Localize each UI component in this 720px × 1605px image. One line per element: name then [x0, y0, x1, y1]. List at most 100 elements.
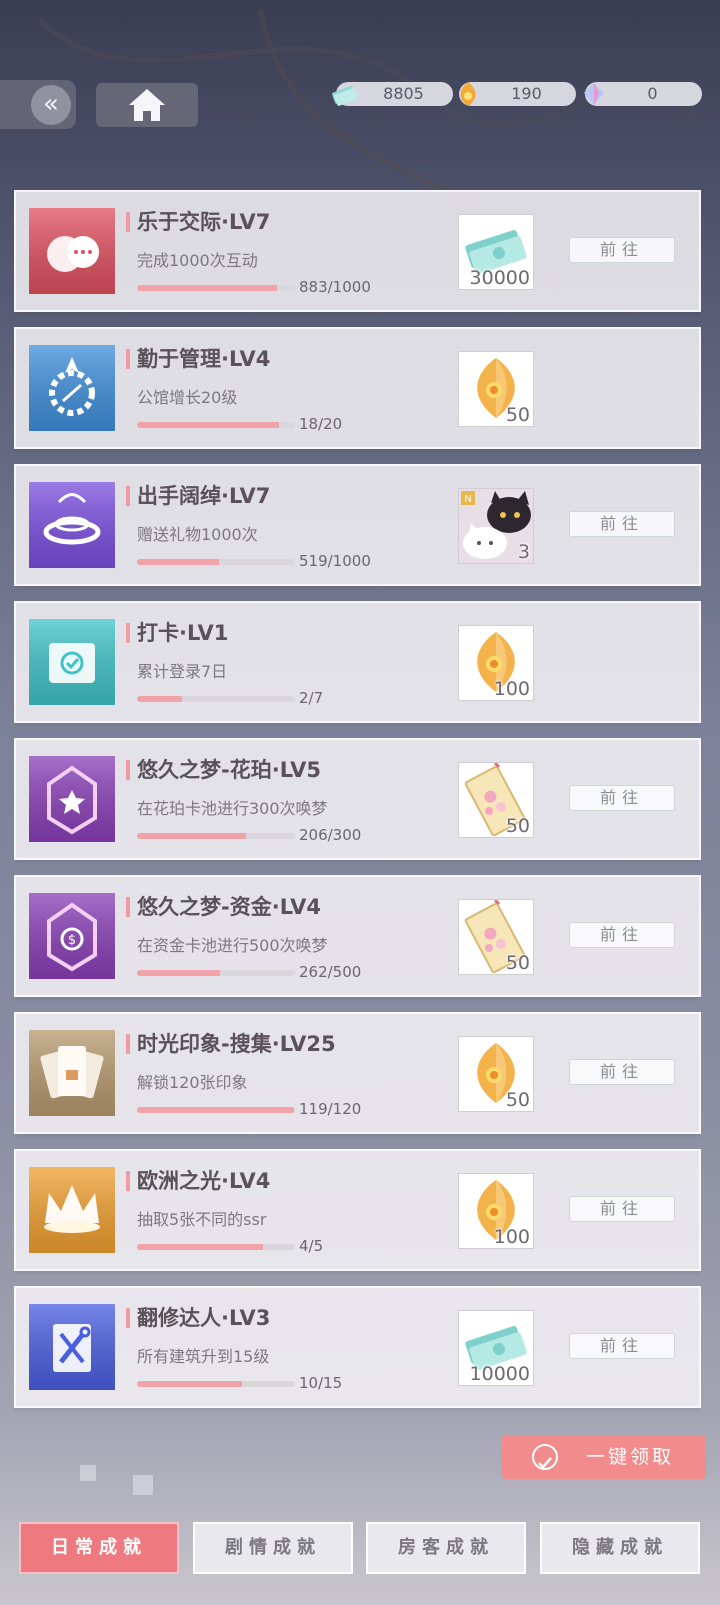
achievement-card: 乐于交际·LV7 完成1000次互动 883/1000 30000 前往	[14, 190, 701, 312]
achievement-title: 悠久之梦-花珀·LV5	[137, 758, 322, 782]
progress-fill	[137, 422, 280, 428]
title-accent	[126, 1034, 130, 1054]
goto-button[interactable]: 前往	[569, 1059, 675, 1085]
back-button[interactable]: «	[0, 80, 76, 129]
progress-fill	[137, 1244, 264, 1250]
goto-button[interactable]: 前往	[569, 785, 675, 811]
check-calendar-icon	[29, 619, 115, 705]
achievement-card: 悠久之梦-花珀·LV5 在花珀卡池进行300次唤梦 206/300 50 前往	[14, 738, 701, 860]
tab-hidden[interactable]: 隐藏成就	[540, 1522, 700, 1574]
progress-bar	[137, 422, 295, 428]
progress-bar	[137, 285, 295, 291]
home-button[interactable]	[96, 83, 198, 127]
claim-all-button[interactable]: 一键领取	[502, 1435, 706, 1479]
achievement-card: 勤于管理·LV4 公馆增长20级 18/20 50	[14, 327, 701, 449]
tab-tenant[interactable]: 房客成就	[366, 1522, 526, 1574]
reward-amount: 10000	[469, 1363, 530, 1385]
goto-button[interactable]: 前往	[569, 1333, 675, 1359]
top-bar: « 8805 190 0	[0, 0, 720, 160]
achievement-card: 出手阔绰·LV7 赠送礼物1000次 519/1000 N 3 前往	[14, 464, 701, 586]
achievement-title: 勤于管理·LV4	[137, 347, 271, 371]
goto-button[interactable]: 前往	[569, 922, 675, 948]
reward-slot[interactable]: 30000	[458, 214, 534, 290]
achievement-desc: 公馆增长20级	[137, 388, 238, 407]
progress-text: 206/300	[299, 826, 362, 844]
svg-text:$: $	[68, 933, 76, 948]
achievement-title: 出手阔绰·LV7	[137, 484, 271, 508]
progress-text: 519/1000	[299, 552, 371, 570]
achievement-card: 欧洲之光·LV4 抽取5张不同的ssr 4/5 100 前往	[14, 1149, 701, 1271]
achievement-card: $ 悠久之梦-资金·LV4 在资金卡池进行500次唤梦 262/500 50 前往	[14, 875, 701, 997]
achievement-card: 翻修达人·LV3 所有建筑升到15级 10/15 10000 前往	[14, 1286, 701, 1408]
reward-slot[interactable]: 50	[458, 762, 534, 838]
reward-amount: 3	[517, 541, 530, 563]
achievement-title: 翻修达人·LV3	[137, 1306, 271, 1330]
crown-icon	[29, 1167, 115, 1253]
gift-ring-icon	[29, 482, 115, 568]
progress-bar	[137, 559, 295, 565]
title-accent	[126, 1171, 130, 1191]
cash-stack-icon	[332, 86, 358, 106]
reward-slot[interactable]: N3	[458, 488, 534, 564]
goto-button[interactable]: 前往	[569, 237, 675, 263]
reward-amount: 50	[505, 952, 530, 974]
achievement-title: 乐于交际·LV7	[137, 210, 271, 234]
progress-text: 4/5	[299, 1237, 324, 1255]
progress-bar	[137, 833, 295, 839]
progress-fill	[137, 696, 183, 702]
reward-slot[interactable]: 100	[458, 1173, 534, 1249]
cash-value: 8805	[383, 84, 424, 103]
reward-amount: 100	[493, 1226, 530, 1248]
title-accent	[126, 760, 130, 780]
coin-crest-icon: $	[29, 893, 115, 979]
progress-fill	[137, 1381, 243, 1387]
claim-all-label: 一键领取	[586, 1446, 675, 1468]
achievement-title: 打卡·LV1	[137, 621, 229, 645]
crystal-icon	[584, 83, 604, 105]
currency-gem: 190	[459, 82, 576, 106]
achievement-title: 时光印象-搜集·LV25	[137, 1032, 336, 1056]
gear-compass-icon	[29, 345, 115, 431]
check-circle-icon	[532, 1444, 558, 1470]
reward-amount: 100	[493, 678, 530, 700]
reward-amount: 30000	[469, 267, 530, 289]
achievement-desc: 累计登录7日	[137, 662, 228, 681]
tab-story[interactable]: 剧情成就	[193, 1522, 353, 1574]
progress-fill	[137, 285, 277, 291]
goto-button[interactable]: 前往	[569, 511, 675, 537]
progress-text: 883/1000	[299, 278, 371, 296]
progress-text: 18/20	[299, 415, 343, 433]
title-accent	[126, 486, 130, 506]
currency-crystal: 0	[584, 82, 702, 106]
achievement-tabs: 日常成就 剧情成就 房客成就 隐藏成就	[0, 1522, 720, 1582]
title-accent	[126, 1308, 130, 1328]
reward-slot[interactable]: 100	[458, 625, 534, 701]
progress-text: 10/15	[299, 1374, 343, 1392]
achievement-desc: 在花珀卡池进行300次唤梦	[137, 799, 328, 818]
progress-bar	[137, 696, 295, 702]
reward-amount: 50	[505, 1089, 530, 1111]
progress-bar	[137, 1244, 295, 1250]
achievement-desc: 所有建筑升到15级	[137, 1347, 270, 1366]
reward-slot[interactable]: 50	[458, 351, 534, 427]
progress-bar	[137, 1381, 295, 1387]
goto-button[interactable]: 前往	[569, 1196, 675, 1222]
achievement-desc: 抽取5张不同的ssr	[137, 1210, 267, 1229]
title-accent	[126, 623, 130, 643]
title-accent	[126, 212, 130, 232]
reward-slot[interactable]: 50	[458, 899, 534, 975]
card-lock-icon	[29, 1030, 115, 1116]
star-crest-icon	[29, 756, 115, 842]
title-accent	[126, 349, 130, 369]
achievement-list[interactable]: 乐于交际·LV7 完成1000次互动 883/1000 30000 前往 勤于管理·LV4…	[14, 190, 701, 1423]
reward-slot[interactable]: 10000	[458, 1310, 534, 1386]
progress-text: 2/7	[299, 689, 324, 707]
achievement-desc: 完成1000次互动	[137, 251, 258, 270]
gem-value: 190	[511, 84, 542, 103]
achievement-desc: 赠送礼物1000次	[137, 525, 258, 544]
reward-slot[interactable]: 50	[458, 1036, 534, 1112]
achievement-title: 欧洲之光·LV4	[137, 1169, 271, 1193]
chat-bubbles-icon	[29, 208, 115, 294]
tab-daily[interactable]: 日常成就	[19, 1522, 179, 1574]
achievement-desc: 在资金卡池进行500次唤梦	[137, 936, 328, 955]
